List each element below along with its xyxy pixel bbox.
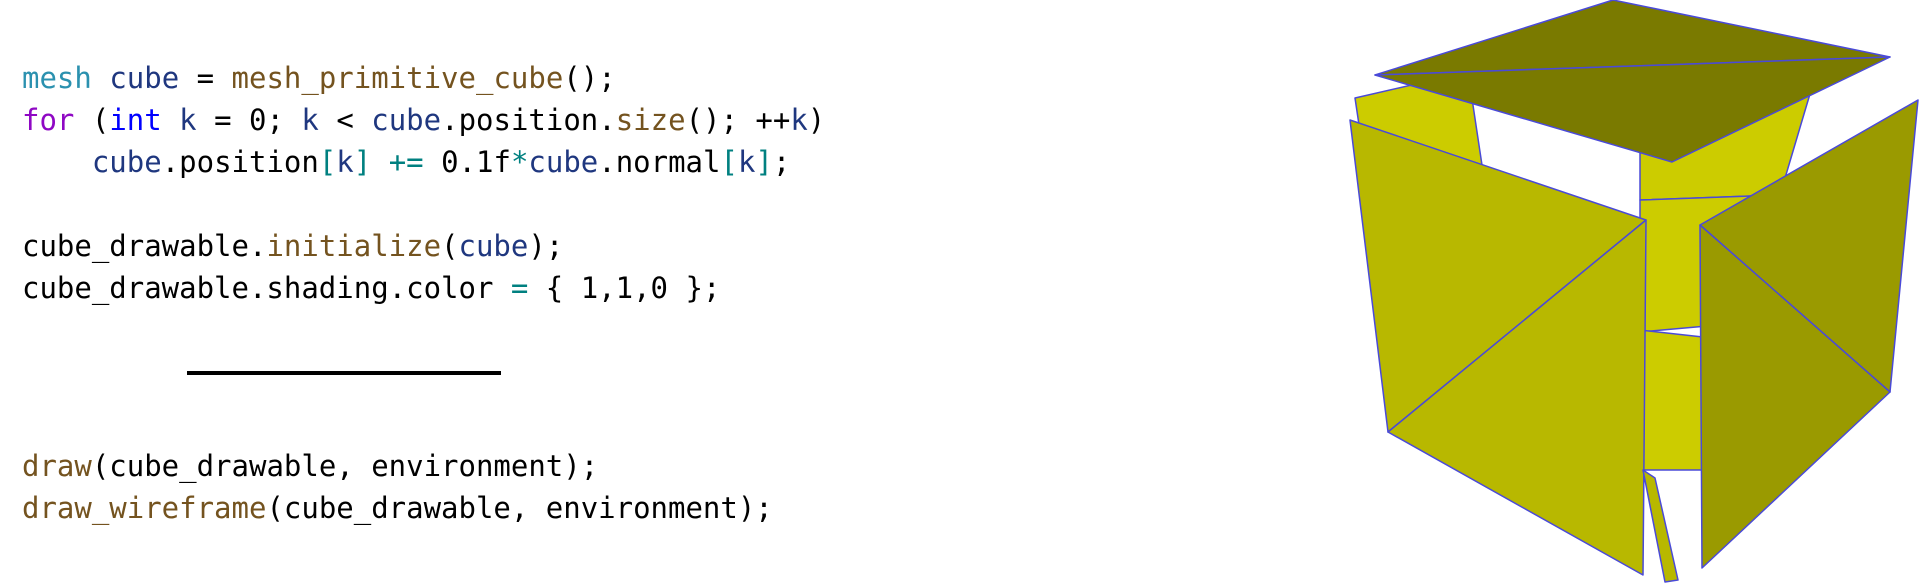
code-token-type: mesh [22, 61, 92, 95]
code-token-plain: = 0; [196, 103, 302, 137]
code-token-var: cube [458, 229, 529, 263]
code-block-mesh-setup: mesh cube = mesh_primitive_cube(); for (i… [22, 57, 825, 309]
code-token-op: = [510, 271, 529, 305]
code-token-plain: 0.1f [423, 145, 511, 179]
code-token-plain: ( [74, 103, 110, 137]
code-token-var: k [737, 145, 756, 179]
code-token-kw: for [22, 103, 75, 137]
code-token-plain: ) [807, 103, 826, 137]
code-token-var: cube [528, 145, 599, 179]
code-line: cube_drawable.initialize(cube); [22, 225, 825, 267]
code-token-var: k [336, 145, 354, 179]
code-line: draw_wireframe(cube_drawable, environmen… [22, 487, 773, 529]
code-token-plain: cube_drawable.shading.color [22, 271, 511, 305]
code-token-plain: = [179, 61, 232, 95]
code-token-var: k [179, 103, 197, 137]
code-token-func: mesh_primitive_cube [231, 61, 564, 95]
code-token-var: cube [91, 145, 162, 179]
code-token-var: cube [109, 61, 180, 95]
code-token-op: += [388, 145, 424, 179]
code-token-var: cube [371, 103, 442, 137]
code-token-plain: < [318, 103, 372, 137]
code-token-plain: .position [161, 145, 319, 179]
code-token-func: size [615, 103, 686, 137]
code-token-plain: ); [528, 229, 564, 263]
code-token-func: draw_wireframe [22, 491, 267, 525]
code-token-plain: .position. [441, 103, 616, 137]
code-token-func: draw [22, 449, 92, 483]
code-line: cube.position[k] += 0.1f*cube.normal[k]; [22, 141, 825, 183]
code-token-var: k [301, 103, 319, 137]
code-token-kw2: int [109, 103, 162, 137]
exploded-cube-illustration [1349, 0, 1919, 583]
code-token-plain: ( [441, 229, 459, 263]
code-token-plain: .normal [598, 145, 721, 179]
code-block-draw-calls: draw(cube_drawable, environment); draw_wi… [22, 445, 773, 529]
code-line: mesh cube = mesh_primitive_cube(); [22, 57, 825, 99]
code-token-plain: (); [563, 61, 616, 95]
code-token-func: initialize [266, 229, 442, 263]
code-token-var: k [790, 103, 808, 137]
code-line: cube_drawable.shading.color = { 1,1,0 }; [22, 267, 825, 309]
code-line: draw(cube_drawable, environment); [22, 445, 773, 487]
code-token-plain: (cube_drawable, environment); [91, 449, 599, 483]
code-token-op: ] [353, 145, 372, 179]
code-token-plain: ; [772, 145, 791, 179]
code-token-plain: { 1,1,0 }; [528, 271, 721, 305]
cube-front-sliver [1642, 469, 1679, 583]
separator-line [187, 371, 501, 375]
code-token-plain: cube_drawable. [22, 229, 267, 263]
code-token-op: [ [720, 145, 738, 179]
code-token-plain: (cube_drawable, environment); [266, 491, 773, 525]
code-line: for (int k = 0; k < cube.position.size()… [22, 99, 825, 141]
code-token-op: [ [318, 145, 337, 179]
code-token-op: ] [755, 145, 773, 179]
code-token-plain: (); ++ [685, 103, 791, 137]
code-token-op: * [510, 145, 529, 179]
